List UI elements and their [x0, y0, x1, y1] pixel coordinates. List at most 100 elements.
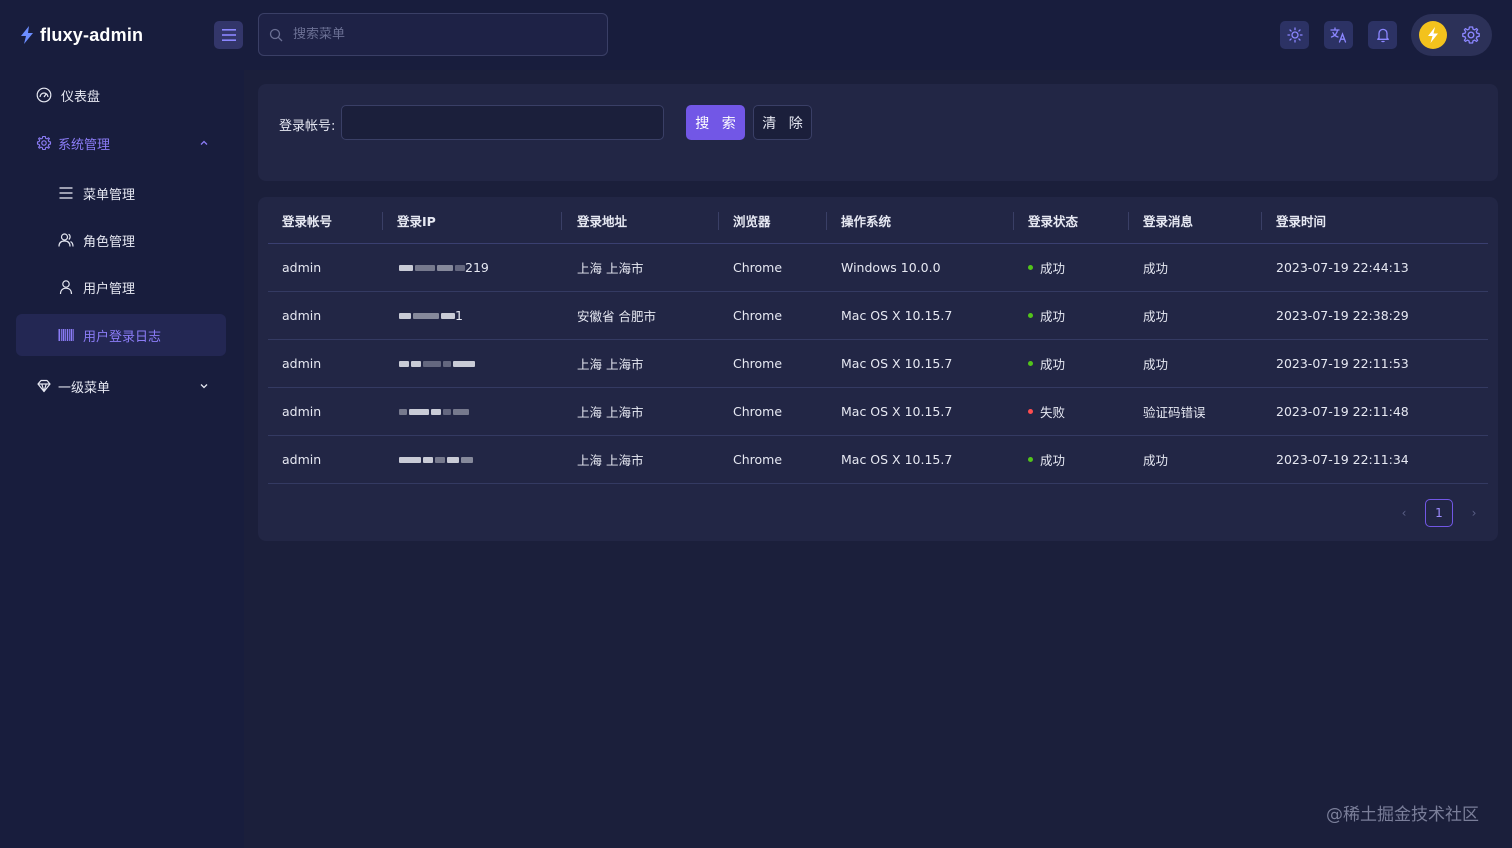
search-input[interactable]	[293, 27, 593, 42]
pagination-next[interactable]: ›	[1460, 499, 1488, 527]
cell-browser: Chrome	[733, 452, 783, 467]
login-log-table-card: 登录帐号 登录IP 登录地址 浏览器 操作系统 登录状态 登录消息 登录时间 a…	[258, 197, 1498, 541]
language-button[interactable]	[1324, 21, 1353, 49]
table-row: admin 上海 上海市 Chrome Mac OS X 10.15.7 成功 …	[268, 436, 1488, 484]
cell-address: 上海 上海市	[577, 405, 644, 420]
ip-redacted	[399, 312, 455, 319]
account-input[interactable]	[341, 105, 664, 140]
lightning-icon	[21, 26, 33, 44]
col-divider	[382, 212, 383, 230]
cell-ip	[399, 436, 473, 483]
status-dot	[1028, 409, 1033, 414]
cell-time: 2023-07-19 22:11:48	[1276, 404, 1409, 419]
gem-icon	[36, 378, 52, 394]
user-menu[interactable]	[1411, 14, 1492, 56]
sun-icon	[1286, 27, 1303, 43]
cell-ip: 1	[399, 292, 463, 339]
sidebar-item-label: 用户登录日志	[83, 329, 162, 345]
sidebar-item-menu-manage[interactable]: 菜单管理	[16, 172, 226, 214]
filter-panel: 登录帐号: 搜 索 清 除	[258, 84, 1498, 181]
sidebar-item-system[interactable]: 系统管理	[16, 122, 226, 164]
search-button[interactable]: 搜 索	[686, 105, 745, 140]
col-header-account[interactable]: 登录帐号	[282, 197, 332, 243]
pagination-page[interactable]: 1	[1425, 499, 1453, 527]
table-header: 登录帐号 登录IP 登录地址 浏览器 操作系统 登录状态 登录消息 登录时间	[268, 197, 1488, 244]
cell-ip	[399, 340, 475, 387]
ip-redacted	[399, 456, 473, 463]
cell-address: 上海 上海市	[577, 453, 644, 468]
col-divider	[561, 212, 562, 230]
cell-status: 成功	[1028, 436, 1065, 483]
cell-account: admin	[282, 356, 322, 371]
search-icon	[269, 28, 283, 41]
ip-redacted	[399, 264, 465, 271]
clear-button[interactable]: 清 除	[753, 105, 812, 140]
menu-toggle-button[interactable]	[214, 21, 243, 49]
app-logo[interactable]: fluxy-admin	[20, 22, 143, 48]
sidebar-item-label: 一级菜单	[58, 380, 111, 396]
table-row: admin 上海 上海市 Chrome Mac OS X 10.15.7 失败 …	[268, 388, 1488, 436]
app-name: fluxy-admin	[40, 24, 144, 45]
col-divider	[1261, 212, 1262, 230]
users-icon	[58, 232, 74, 248]
col-divider	[826, 212, 827, 230]
col-divider	[718, 212, 719, 230]
status-text: 成功	[1040, 357, 1066, 372]
main-content: 登录帐号: 搜 索 清 除 登录帐号 登录IP 登录地址 浏览器 操作系统 登录…	[244, 70, 1512, 848]
login-log-table: 登录帐号 登录IP 登录地址 浏览器 操作系统 登录状态 登录消息 登录时间 a…	[268, 197, 1488, 484]
settings-button[interactable]	[1461, 25, 1481, 45]
chevron-down-icon	[200, 384, 208, 389]
sidebar-item-login-log[interactable]: 用户登录日志	[16, 314, 226, 356]
col-header-browser[interactable]: 浏览器	[733, 197, 771, 243]
sidebar-item-label: 仪表盘	[61, 89, 101, 105]
sidebar-item-dashboard[interactable]: 仪表盘	[16, 74, 226, 116]
menu-search[interactable]	[258, 13, 608, 56]
cell-os: Mac OS X 10.15.7	[841, 404, 953, 419]
cell-message: 成功	[1143, 453, 1169, 468]
sidebar-item-label: 系统管理	[58, 137, 111, 153]
cell-time: 2023-07-19 22:11:34	[1276, 452, 1409, 467]
col-header-address[interactable]: 登录地址	[577, 197, 627, 243]
cell-address: 上海 上海市	[577, 357, 644, 372]
cell-address: 上海 上海市	[577, 261, 644, 276]
cell-address: 安徽省 合肥市	[577, 309, 656, 324]
cell-message: 验证码错误	[1143, 405, 1206, 420]
status-text: 失败	[1040, 405, 1066, 420]
status-text: 成功	[1040, 261, 1066, 276]
theme-toggle-button[interactable]	[1280, 21, 1309, 49]
cell-message: 成功	[1143, 357, 1169, 372]
lightning-avatar-icon	[1428, 27, 1438, 43]
list-icon	[58, 185, 74, 201]
avatar[interactable]	[1419, 21, 1447, 49]
sidebar-item-role-manage[interactable]: 角色管理	[16, 219, 226, 261]
cell-account: admin	[282, 260, 322, 275]
table-row: admin 219 上海 上海市 Chrome Windows 10.0.0 成…	[268, 244, 1488, 292]
sidebar-item-first-level[interactable]: 一级菜单	[16, 365, 226, 407]
sidebar-item-label: 角色管理	[83, 234, 136, 250]
notification-button[interactable]	[1368, 21, 1397, 49]
col-header-status[interactable]: 登录状态	[1028, 197, 1078, 243]
cell-time: 2023-07-19 22:44:13	[1276, 260, 1409, 275]
pagination-prev[interactable]: ‹	[1390, 499, 1418, 527]
account-label: 登录帐号:	[279, 119, 336, 134]
col-header-message[interactable]: 登录消息	[1143, 197, 1193, 243]
barcode-icon	[58, 327, 74, 343]
status-dot	[1028, 361, 1033, 366]
cell-ip	[399, 388, 469, 435]
gear-icon	[1462, 26, 1480, 44]
cell-status: 失败	[1028, 388, 1065, 435]
user-icon	[58, 279, 74, 295]
col-header-os[interactable]: 操作系统	[841, 197, 891, 243]
sidebar-item-label: 菜单管理	[83, 187, 136, 203]
status-text: 成功	[1040, 309, 1066, 324]
sidebar-item-user-manage[interactable]: 用户管理	[16, 266, 226, 308]
sidebar-item-label: 用户管理	[83, 281, 136, 297]
col-header-ip[interactable]: 登录IP	[397, 197, 436, 243]
cell-account: admin	[282, 452, 322, 467]
cell-ip: 219	[399, 244, 489, 291]
status-dot	[1028, 313, 1033, 318]
pagination: ‹ 1 ›	[1390, 499, 1490, 527]
cell-browser: Chrome	[733, 260, 783, 275]
col-header-time[interactable]: 登录时间	[1276, 197, 1326, 243]
cell-os: Mac OS X 10.15.7	[841, 308, 953, 323]
